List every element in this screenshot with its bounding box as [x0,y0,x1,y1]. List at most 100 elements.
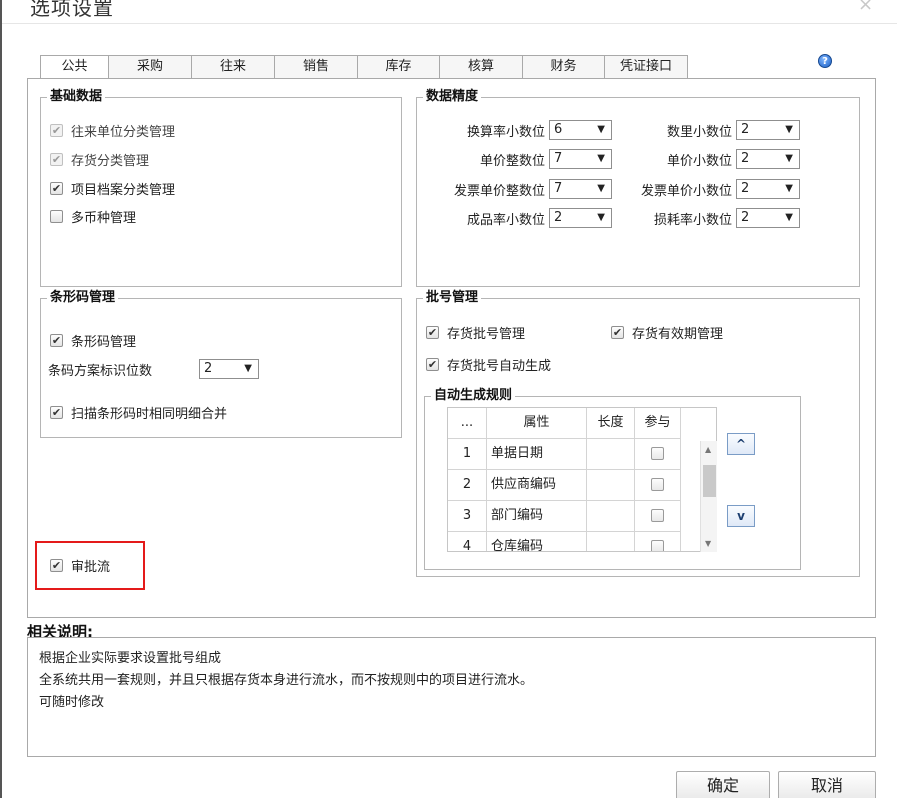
checkbox-checked-icon[interactable]: ✔ [611,326,624,339]
dropdown-arrow-icon: ▼ [785,153,793,164]
column-header: 长度 [587,408,635,439]
dropdown-arrow-icon: ▼ [244,363,252,374]
row-attribute: 部门编码 [487,501,587,532]
tab-finance[interactable]: 财务 [523,55,605,79]
barcode-digits-label: 条码方案标识位数 [48,364,153,379]
checkbox-checked-icon[interactable]: ✔ [50,182,63,195]
scroll-up-icon[interactable]: ▲ [705,445,711,454]
tab-inventory[interactable]: 库存 [358,55,440,79]
participate-checkbox[interactable] [651,478,664,491]
row-attribute: 单据日期 [487,439,587,470]
tab-public[interactable]: 公共 [40,55,109,80]
precision-select[interactable]: 2 ▼ [736,208,800,228]
row-number: 4 [448,532,487,551]
auto-rule-title: 自动生成规则 [431,387,516,405]
checkbox-label: 多币种管理 [71,211,137,226]
cancel-button[interactable]: 取消 [778,771,876,798]
precision-label: 发票单价整数位 [453,184,545,199]
checkbox-barcode-manage[interactable]: ✔ 条形码管理 [50,331,136,350]
precision-label: 数里小数位 [666,125,732,140]
row-length[interactable] [587,501,635,532]
checkbox-checked-icon[interactable]: ✔ [50,153,63,166]
participate-checkbox[interactable] [651,447,664,460]
checkbox-label: 存货有效期管理 [632,327,724,342]
table-row[interactable]: 2 供应商编码 [448,470,681,501]
checkbox-partner-category[interactable]: ✔ 往来单位分类管理 [50,121,175,140]
precision-select[interactable]: 6 ▼ [549,120,612,140]
row-number: 1 [448,439,487,470]
precision-label: 发票单价小数位 [640,184,732,199]
column-header: ... [448,408,487,439]
rule-table: ... 属性 长度 参与 1 单据日期 2 供应商编码 3 部门编码 4 仓库编… [447,407,717,552]
row-length[interactable] [587,532,635,551]
row-number: 3 [448,501,487,532]
tab-purchase[interactable]: 采购 [109,55,192,79]
checkbox-expiry-manage[interactable]: ✔ 存货有效期管理 [611,323,723,342]
barcode-title: 条形码管理 [47,289,119,307]
participate-checkbox[interactable] [651,540,664,551]
checkbox-label: 项目档案分类管理 [71,183,176,198]
checkbox-batch-manage[interactable]: ✔ 存货批号管理 [426,323,525,342]
window-edge [0,0,2,798]
checkbox-multi-currency[interactable]: 多币种管理 [50,207,136,226]
row-attribute: 仓库编码 [487,532,587,551]
row-participate [635,439,681,470]
precision-select[interactable]: 7 ▼ [549,149,612,169]
precision-select[interactable]: 2 ▼ [736,179,800,199]
batch-title: 批号管理 [423,289,482,307]
checkbox-checked-icon[interactable]: ✔ [50,406,63,419]
dropdown-arrow-icon: ▼ [785,183,793,194]
description-line: 全系统共用一套规则，并且只根据存货本身进行流水，而不按规则中的项目进行流水。 [39,673,534,688]
tab-voucher-interface[interactable]: 凭证接口 [605,55,688,79]
checkbox-batch-auto[interactable]: ✔ 存货批号自动生成 [426,355,551,374]
basic-data-title: 基础数据 [47,88,106,106]
row-attribute: 供应商编码 [487,470,587,501]
checkbox-barcode-merge[interactable]: ✔ 扫描条形码时相同明细合并 [50,403,227,422]
row-length[interactable] [587,439,635,470]
tab-accounting[interactable]: 核算 [440,55,523,79]
description-box: 根据企业实际要求设置批号组成 全系统共用一套规则，并且只根据存货本身进行流水，而… [27,637,876,757]
table-row[interactable]: 3 部门编码 [448,501,681,532]
checkbox-label: 存货批号管理 [447,327,526,342]
precision-select[interactable]: 2 ▼ [736,120,800,140]
dropdown-arrow-icon: ▼ [597,153,605,164]
precision-label: 换算率小数位 [466,125,545,140]
row-participate [635,470,681,501]
precision-title: 数据精度 [423,88,482,106]
table-row[interactable]: 1 单据日期 [448,439,681,470]
checkbox-label: 存货批号自动生成 [447,359,552,374]
barcode-digits-select[interactable]: 2 ▼ [199,359,259,379]
checkbox-unchecked-icon[interactable] [50,210,63,223]
move-down-button[interactable]: v [727,505,755,527]
tab-sales[interactable]: 销售 [275,55,358,79]
table-scrollbar[interactable]: ▲ ▼ [700,441,717,552]
table-row[interactable]: 4 仓库编码 [448,532,681,551]
dropdown-arrow-icon: ▼ [597,124,605,135]
dropdown-arrow-icon: ▼ [785,212,793,223]
tab-contacts[interactable]: 往来 [192,55,275,79]
checkbox-checked-icon[interactable]: ✔ [426,326,439,339]
checkbox-label: 条形码管理 [71,335,137,350]
precision-select[interactable]: 7 ▼ [549,179,612,199]
checkbox-label: 扫描条形码时相同明细合并 [71,407,228,422]
tab-bar: 公共 采购 往来 销售 库存 核算 财务 凭证接口 [40,55,688,80]
precision-select[interactable]: 2 ▼ [736,149,800,169]
precision-select[interactable]: 2 ▼ [549,208,612,228]
scroll-down-icon[interactable]: ▼ [705,539,711,548]
scroll-thumb[interactable] [703,465,716,497]
checkbox-checked-icon[interactable]: ✔ [50,124,63,137]
checkbox-stock-category[interactable]: ✔ 存货分类管理 [50,150,149,169]
checkbox-checked-icon[interactable]: ✔ [426,358,439,371]
ok-button[interactable]: 确定 [676,771,770,798]
checkbox-label: 存货分类管理 [71,154,150,169]
row-length[interactable] [587,470,635,501]
close-icon[interactable]: × [858,0,873,15]
dropdown-arrow-icon: ▼ [597,212,605,223]
checkbox-checked-icon[interactable]: ✔ [50,334,63,347]
table-header: ... 属性 长度 参与 [448,408,681,439]
move-up-button[interactable]: ^ [727,433,755,455]
checkbox-project-category[interactable]: ✔ 项目档案分类管理 [50,179,175,198]
row-participate [635,501,681,532]
participate-checkbox[interactable] [651,509,664,522]
help-icon[interactable]: ? [818,54,832,68]
